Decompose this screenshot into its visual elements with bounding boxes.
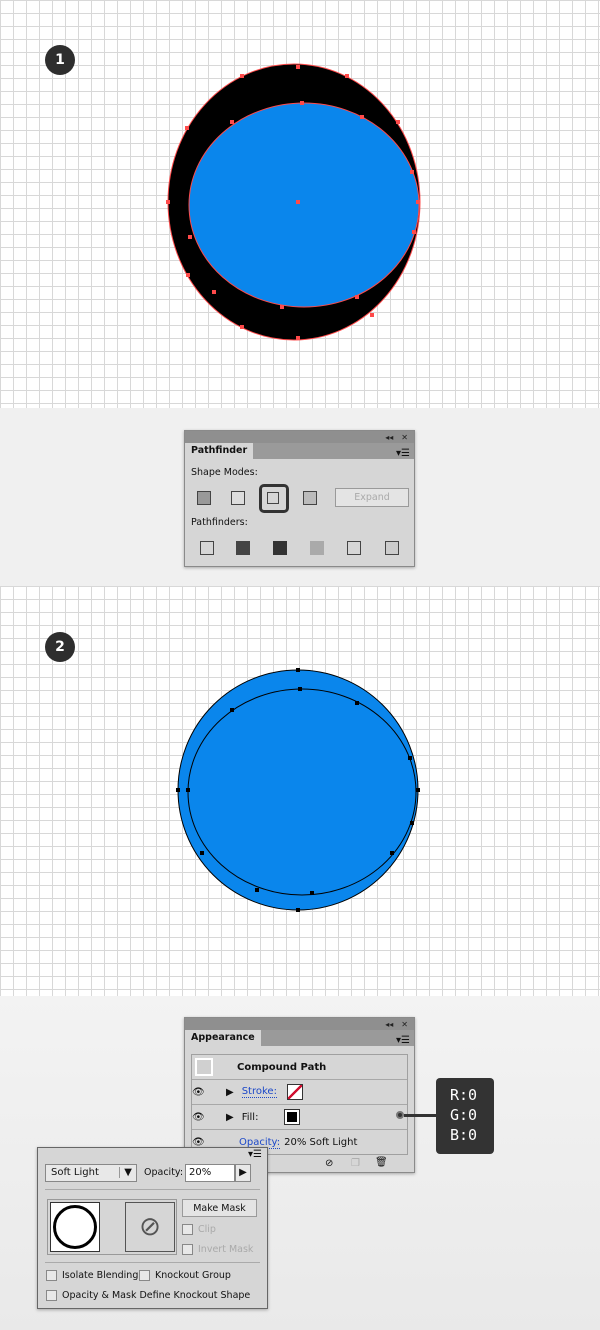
- pathfinders-label: Pathfinders:: [191, 517, 248, 528]
- knockout-group-checkbox[interactable]: Knockout Group: [139, 1270, 231, 1281]
- isolate-blending-checkbox[interactable]: Isolate Blending: [46, 1270, 138, 1281]
- object-thumbnail[interactable]: [50, 1202, 100, 1252]
- eye-icon[interactable]: 👁: [192, 1087, 218, 1098]
- unite-icon[interactable]: [197, 491, 211, 505]
- panel-menu-icon[interactable]: ▾☰: [396, 1035, 410, 1046]
- intersect-icon: [267, 492, 279, 504]
- callout-b: B:0: [450, 1126, 478, 1144]
- transparency-panel: ▾☰ Soft Light ▼ Opacity: 20% ▶ ⊘ Make Mas…: [37, 1147, 268, 1309]
- intersect-button-selected[interactable]: [259, 484, 289, 513]
- fill-swatch[interactable]: [284, 1109, 301, 1125]
- rgb-callout: R:0 G:0 B:0: [436, 1078, 494, 1154]
- invert-mask-checkbox[interactable]: Invert Mask: [182, 1244, 253, 1255]
- disclosure-triangle-icon[interactable]: ▶: [226, 1087, 234, 1098]
- blue-compound-circle: [177, 669, 419, 911]
- stroke-label[interactable]: Stroke:: [241, 1086, 277, 1098]
- callout-g: G:0: [450, 1106, 478, 1124]
- thumbnail-area: ⊘: [47, 1199, 177, 1255]
- object-row[interactable]: Compound Path: [192, 1055, 407, 1080]
- minus-back-icon[interactable]: [385, 541, 399, 555]
- callout-line: [404, 1114, 438, 1117]
- opacity-slider-arrow-icon[interactable]: ▶: [235, 1164, 251, 1182]
- shape-modes-label: Shape Modes:: [191, 467, 258, 478]
- exclude-icon[interactable]: [303, 491, 317, 505]
- panel-menu-icon[interactable]: ▾☰: [248, 1149, 262, 1160]
- clear-appearance-icon[interactable]: ⊘: [325, 1158, 333, 1169]
- divide-icon[interactable]: [200, 541, 214, 555]
- fill-row[interactable]: 👁 ▶ Fill:: [192, 1105, 407, 1130]
- tab-appearance[interactable]: Appearance: [185, 1030, 261, 1046]
- object-thumbnail: [195, 1058, 213, 1076]
- stroke-row[interactable]: 👁 ▶ Stroke:: [192, 1080, 407, 1105]
- crop-icon[interactable]: [310, 541, 324, 555]
- artwork-step-1: [166, 63, 421, 341]
- close-icon[interactable]: ✕: [401, 1020, 408, 1029]
- delete-icon[interactable]: 🗑: [375, 1157, 388, 1168]
- merge-icon[interactable]: [273, 541, 287, 555]
- callout-pointer: [396, 1111, 404, 1119]
- trim-icon[interactable]: [236, 541, 250, 555]
- blend-mode-value: Soft Light: [51, 1167, 99, 1178]
- minus-front-icon[interactable]: [231, 491, 245, 505]
- blue-ellipse: [188, 102, 420, 308]
- outline-icon[interactable]: [347, 541, 361, 555]
- chevron-down-icon: ▼: [119, 1167, 132, 1178]
- opacity-input[interactable]: 20%: [185, 1164, 235, 1182]
- tab-pathfinder[interactable]: Pathfinder: [185, 443, 254, 459]
- collapse-icon[interactable]: ◂◂: [385, 1020, 393, 1029]
- duplicate-item-icon[interactable]: ❐: [351, 1158, 360, 1169]
- close-icon[interactable]: ✕: [401, 433, 408, 442]
- make-mask-button[interactable]: Make Mask: [182, 1199, 257, 1217]
- opacity-label: Opacity:: [144, 1167, 184, 1178]
- pathfinder-panel: ◂◂ ✕ Pathfinder ▾☰ Shape Modes: Expand Pat…: [184, 430, 415, 567]
- opacity-mask-knockout-checkbox[interactable]: Opacity & Mask Define Knockout Shape: [46, 1290, 250, 1301]
- artwork-step-2: [176, 668, 420, 912]
- disclosure-triangle-icon[interactable]: ▶: [226, 1112, 234, 1123]
- opacity-value: 20% Soft Light: [284, 1137, 358, 1148]
- fill-label: Fill:: [241, 1111, 259, 1123]
- expand-button[interactable]: Expand: [335, 488, 409, 507]
- collapse-icon[interactable]: ◂◂: [385, 433, 393, 442]
- callout-r: R:0: [450, 1086, 478, 1104]
- stroke-swatch[interactable]: [286, 1084, 303, 1100]
- blend-mode-dropdown[interactable]: Soft Light ▼: [45, 1164, 137, 1182]
- panel-menu-icon[interactable]: ▾☰: [396, 448, 410, 459]
- object-label: Compound Path: [237, 1061, 327, 1073]
- eye-icon[interactable]: 👁: [192, 1112, 218, 1123]
- clip-checkbox[interactable]: Clip: [182, 1224, 216, 1235]
- no-mask-icon[interactable]: ⊘: [125, 1202, 175, 1252]
